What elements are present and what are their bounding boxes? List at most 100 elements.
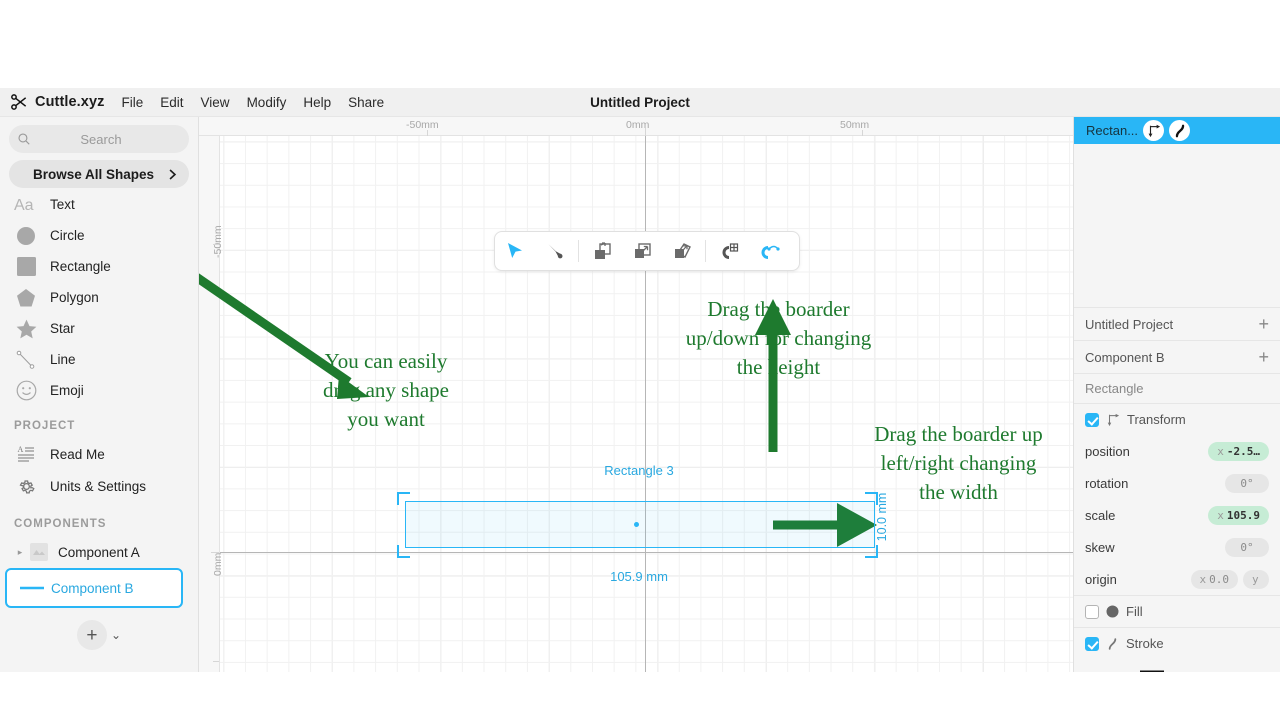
resize-handle-top-left[interactable] <box>397 492 410 505</box>
rectangle-icon <box>12 255 40 279</box>
menu-edit[interactable]: Edit <box>160 95 183 110</box>
shape-center-handle[interactable] <box>634 522 639 527</box>
stroke-curve-icon[interactable] <box>1169 120 1191 141</box>
resize-handle-bottom-left[interactable] <box>397 545 410 558</box>
axis-label: x <box>1199 572 1207 586</box>
prop-rotation[interactable]: rotation 0° <box>1074 467 1280 499</box>
menu-modify[interactable]: Modify <box>247 95 287 110</box>
ruler-vertical[interactable]: -50mm 0mm 50mm <box>199 136 224 672</box>
star-icon <box>12 317 40 341</box>
transform-arrows-icon[interactable] <box>1143 120 1165 141</box>
origin-x-pill[interactable]: x 0.0 <box>1190 569 1238 589</box>
group-label: Stroke <box>1126 636 1164 651</box>
prop-label: position <box>1085 443 1130 459</box>
prop-scale[interactable]: scale x 105.9 <box>1074 499 1280 531</box>
add-component-button[interactable]: + <box>76 620 107 650</box>
stroke-width-preview[interactable] <box>1074 659 1280 672</box>
canvas-area[interactable]: -50mm 0mm 50mm -50mm 0mm 50mm <box>199 117 1073 672</box>
position-value-pill[interactable]: x -2.5… <box>1208 441 1269 461</box>
snap-to-path-button[interactable] <box>749 232 789 270</box>
shape-item-rectangle[interactable]: Rectangle <box>0 251 198 282</box>
sidebar-item-units-settings[interactable]: Units & Settings <box>0 470 198 502</box>
group-label: Transform <box>1127 412 1186 427</box>
panel-row-label: Untitled Project <box>1085 316 1174 332</box>
boolean-subtract-button[interactable] <box>622 232 662 270</box>
selection-bar[interactable]: Rectan... <box>1074 117 1280 144</box>
sidebar-item-label: Read Me <box>50 446 105 462</box>
fill-checkbox[interactable] <box>1085 604 1099 619</box>
app-brand[interactable]: Cuttle.xyz <box>35 94 105 110</box>
annotation-line: left/right changing <box>880 451 1037 475</box>
boolean-intersect-button[interactable] <box>662 232 702 270</box>
prop-origin[interactable]: origin x 0.0 y <box>1074 563 1280 595</box>
panel-row-untitled-project[interactable]: Untitled Project + <box>1074 307 1280 340</box>
stroke-curve-icon <box>1106 637 1119 651</box>
axis-label: x <box>1217 444 1224 458</box>
group-stroke[interactable]: Stroke <box>1074 627 1280 659</box>
axis-label: x <box>1217 508 1224 522</box>
shape-union-icon <box>594 241 611 259</box>
svg-text:A: A <box>17 445 23 454</box>
panel-row-label: Component B <box>1085 349 1165 365</box>
selected-shape-rectangle[interactable] <box>405 501 875 548</box>
component-label: Component A <box>58 544 140 560</box>
component-thumb-icon <box>26 541 52 563</box>
prop-label: scale <box>1085 507 1116 523</box>
axis-label: y <box>1252 572 1259 586</box>
shape-item-text[interactable]: Aa Text <box>0 189 198 220</box>
panel-row-component-b[interactable]: Component B + <box>1074 340 1280 373</box>
ruler-horizontal[interactable]: -50mm 0mm 50mm <box>199 117 1073 136</box>
group-fill[interactable]: Fill <box>1074 595 1280 627</box>
group-label: Fill <box>1126 604 1143 619</box>
disclosure-triangle-icon[interactable]: ▸ <box>14 547 26 558</box>
shape-item-polygon[interactable]: Polygon <box>0 282 198 313</box>
axis-value: 0.0 <box>1209 572 1229 586</box>
document-text-icon: A <box>12 443 40 465</box>
axis-value: 0° <box>1240 476 1254 490</box>
shape-label: Line <box>50 352 76 367</box>
shape-item-star[interactable]: Star <box>0 313 198 344</box>
add-component-caret-icon[interactable]: ⌄ <box>111 628 121 642</box>
plus-icon[interactable]: + <box>1258 348 1269 366</box>
pen-tool-button[interactable] <box>535 232 575 270</box>
shape-label: Emoji <box>50 383 84 398</box>
annotation-line: the height <box>736 355 821 379</box>
prop-skew[interactable]: skew 0° <box>1074 531 1280 563</box>
text-aa-icon: Aa <box>12 193 40 217</box>
menu-view[interactable]: View <box>201 95 230 110</box>
section-header-project: PROJECT <box>14 420 76 432</box>
plus-icon[interactable]: + <box>1258 315 1269 333</box>
annotation-line: Drag the boarder <box>707 297 850 321</box>
group-transform[interactable]: Transform <box>1074 403 1280 435</box>
gear-icon <box>12 475 40 497</box>
prop-position[interactable]: position x -2.5… <box>1074 435 1280 467</box>
menu-help[interactable]: Help <box>303 95 331 110</box>
component-item-b[interactable]: Component B <box>5 568 183 608</box>
browse-all-shapes-button[interactable]: Browse All Shapes <box>9 160 189 188</box>
axis-value: 105.9 <box>1226 508 1260 522</box>
skew-value-pill[interactable]: 0° <box>1225 537 1269 557</box>
search-field[interactable]: Search <box>9 125 189 153</box>
shape-item-circle[interactable]: Circle <box>0 220 198 251</box>
transform-checkbox[interactable] <box>1085 412 1099 427</box>
snap-to-grid-button[interactable] <box>709 232 749 270</box>
scale-value-pill[interactable]: x 105.9 <box>1208 505 1269 525</box>
boolean-union-button[interactable] <box>582 232 622 270</box>
prop-label: rotation <box>1085 475 1129 491</box>
component-item-a[interactable]: ▸ Component A <box>6 536 184 568</box>
stroke-checkbox[interactable] <box>1085 636 1099 651</box>
shape-list: Aa Text Circle Rectangle Polygon Star Li… <box>0 189 198 406</box>
fill-circle-icon <box>1106 605 1119 618</box>
menu-share[interactable]: Share <box>348 95 384 110</box>
sidebar-item-read-me[interactable]: A Read Me <box>0 438 198 470</box>
scissors-icon <box>11 94 27 110</box>
rotation-value-pill[interactable]: 0° <box>1225 473 1269 493</box>
toolbar-separator <box>705 240 706 262</box>
menu-file[interactable]: File <box>122 95 144 110</box>
resize-handle-bottom-right[interactable] <box>865 545 878 558</box>
shape-item-line[interactable]: Line <box>0 344 198 375</box>
origin-y-pill[interactable]: y <box>1243 569 1269 589</box>
browse-all-shapes-label: Browse All Shapes <box>33 166 155 182</box>
select-tool-button[interactable] <box>495 232 535 270</box>
shape-item-emoji[interactable]: Emoji <box>0 375 198 406</box>
